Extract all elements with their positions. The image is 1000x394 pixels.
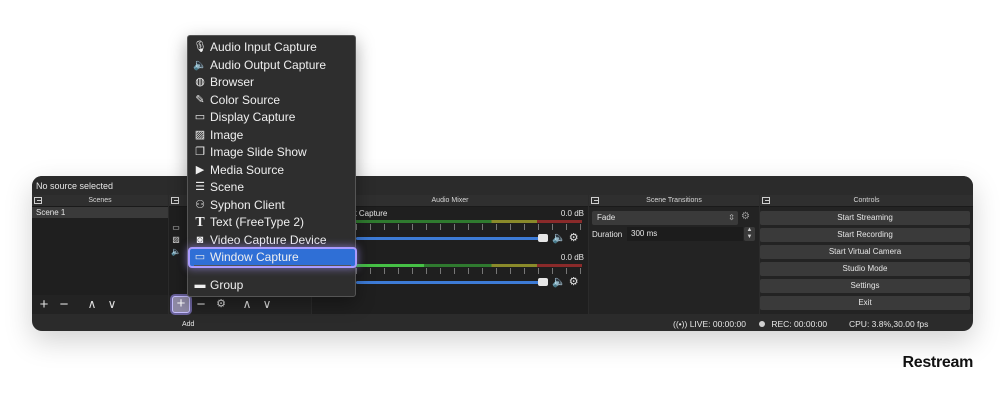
text-icon: T (195, 215, 205, 230)
sources-toolbar: + − ⚙ ∧ ∨ (169, 295, 311, 314)
list-icon: ☰ (195, 181, 205, 193)
move-source-up-button[interactable]: ∧ (238, 297, 256, 313)
add-source-menu: 🎙 Audio Input Capture 🔈 Audio Output Captu… (187, 35, 356, 297)
add-source-button[interactable]: + (172, 296, 190, 313)
menu-item-group[interactable]: ▬ Group (190, 277, 355, 294)
play-icon: ▶ (195, 164, 205, 176)
menu-item-image[interactable]: ▨ Image (190, 127, 355, 144)
menu-item-media-source[interactable]: ▶ Media Source (190, 162, 355, 179)
scenes-title: Scenes (32, 195, 168, 207)
source-type-icons: ▭ ▨ 🔈 (170, 222, 182, 258)
folder-icon: ▬ (194, 279, 206, 291)
volume-slider-handle[interactable] (538, 278, 548, 286)
status-bar: ((•)) LIVE: 00:00:00 REC: 00:00:00 CPU: … (32, 315, 973, 331)
transition-gear-icon[interactable]: ⚙ (741, 211, 750, 222)
add-scene-button[interactable]: + (35, 297, 53, 313)
start-streaming-button[interactable]: Start Streaming (760, 211, 970, 225)
controls-title: Controls (760, 195, 973, 207)
window-icon: ▭ (194, 251, 206, 263)
undock-icon[interactable] (171, 197, 179, 204)
channel-controls: 🔈 ⚙ (552, 231, 579, 244)
remove-scene-button[interactable]: − (55, 297, 73, 313)
source-status: No source selected (32, 176, 973, 195)
scene-transitions-title: Scene Transitions (589, 195, 759, 207)
volume-slider[interactable] (356, 281, 546, 284)
meter-ticks (356, 268, 582, 274)
speaker-icon: 🔈 (171, 247, 181, 256)
duration-stepper[interactable]: ▲ ▼ (744, 227, 755, 241)
undock-icon[interactable] (762, 197, 770, 204)
menu-item-display-capture[interactable]: ▭ Display Capture (190, 109, 355, 126)
rec-status: REC: 00:00:00 (759, 319, 827, 329)
move-source-down-button[interactable]: ∨ (258, 297, 276, 313)
record-dot-icon (759, 321, 765, 327)
speaker-icon: 🔈 (193, 59, 207, 71)
scenes-toolbar: + − ∧ ∨ (32, 295, 168, 314)
controls-dock: Controls Start Streaming Start Recording… (760, 195, 973, 314)
menu-item-scene[interactable]: ☰ Scene (190, 179, 355, 196)
live-status: ((•)) LIVE: 00:00:00 (673, 319, 746, 329)
image-icon: ▨ (194, 129, 206, 141)
source-properties-gear-icon[interactable]: ⚙ (212, 297, 230, 313)
meter-ticks (356, 224, 582, 230)
mute-speaker-icon[interactable]: 🔈 (552, 232, 566, 244)
channel-gear-icon[interactable]: ⚙ (569, 276, 579, 288)
volume-meter (356, 220, 582, 223)
start-recording-button[interactable]: Start Recording (760, 228, 970, 242)
menu-item-audio-output-capture[interactable]: 🔈 Audio Output Capture (190, 57, 355, 74)
settings-button[interactable]: Settings (760, 279, 970, 293)
slideshow-icon: ❐ (195, 146, 205, 158)
move-scene-up-button[interactable]: ∧ (83, 297, 101, 313)
globe-icon: ◍ (195, 76, 205, 88)
duration-label: Duration (592, 230, 623, 239)
undock-icon[interactable] (591, 197, 599, 204)
obs-window: No source selected Scenes Scene 1 + − ∧ … (32, 176, 973, 331)
monitor-icon: ▭ (172, 223, 180, 232)
volume-slider-handle[interactable] (538, 234, 548, 242)
menu-item-color-source[interactable]: ✎ Color Source (190, 92, 355, 109)
channel-db: 0.0 dB (560, 253, 584, 262)
channel-gear-icon[interactable]: ⚙ (569, 232, 579, 244)
exit-button[interactable]: Exit (760, 296, 970, 310)
menu-item-window-capture[interactable]: ▭ Window Capture (190, 249, 355, 266)
undock-icon[interactable] (34, 197, 42, 204)
monitor-icon: ▭ (194, 111, 206, 123)
volume-meter (356, 264, 582, 267)
microphone-icon: 🎙 (193, 41, 207, 53)
menu-separator (194, 265, 351, 266)
transition-select[interactable]: Fade ⇳ (592, 211, 738, 225)
menu-item-audio-input-capture[interactable]: 🎙 Audio Input Capture (190, 39, 355, 56)
menu-item-image-slide-show[interactable]: ❐ Image Slide Show (190, 144, 355, 161)
channel-controls: 🔈 ⚙ (552, 275, 579, 288)
menu-item-video-capture-device[interactable]: ◙ Video Capture Device (190, 232, 355, 249)
scene-transitions-dock: Scene Transitions Fade ⇳ ⚙ Duration 300 … (589, 195, 759, 314)
image-icon: ▨ (172, 235, 180, 244)
restream-logo: Restream (902, 354, 973, 371)
cpu-status: CPU: 3.8%,30.00 fps (849, 319, 929, 329)
start-virtual-camera-button[interactable]: Start Virtual Camera (760, 245, 970, 259)
menu-item-browser[interactable]: ◍ Browser (190, 74, 355, 91)
brush-icon: ✎ (195, 94, 205, 106)
duration-input[interactable]: 300 ms (627, 227, 743, 241)
channel-db: 0.0 dB (560, 209, 584, 218)
move-scene-down-button[interactable]: ∨ (103, 297, 121, 313)
volume-slider[interactable] (356, 237, 546, 240)
broadcast-icon: ((•)) (673, 319, 688, 329)
scenes-dock: Scenes Scene 1 + − ∧ ∨ (32, 195, 168, 314)
menu-item-syphon-client[interactable]: ⚇ Syphon Client (190, 197, 355, 214)
remove-source-button[interactable]: − (192, 297, 210, 313)
scene-list: Scene 1 (32, 207, 168, 295)
menu-item-text-freetype[interactable]: T Text (FreeType 2) (190, 214, 355, 231)
camera-icon: ◙ (196, 234, 204, 246)
studio-mode-button[interactable]: Studio Mode (760, 262, 970, 276)
select-arrows-icon: ⇳ (728, 213, 735, 222)
add-tooltip: Add (179, 320, 198, 329)
gamepad-icon: ⚇ (195, 199, 205, 211)
scene-item[interactable]: Scene 1 (32, 207, 168, 218)
mute-speaker-icon[interactable]: 🔈 (552, 276, 566, 288)
